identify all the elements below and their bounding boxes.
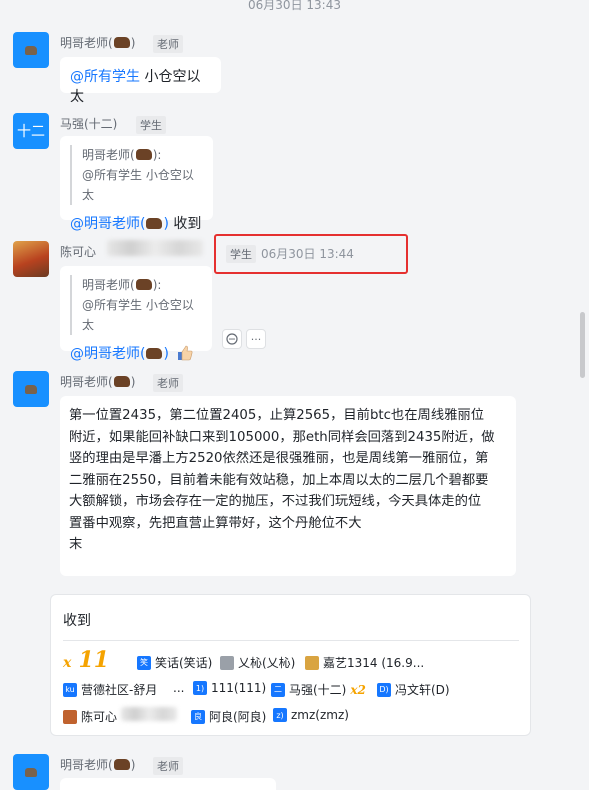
avatar-icon: z): [273, 708, 287, 722]
reactor-item[interactable]: 二马强(十二) x2: [271, 681, 366, 698]
role-badge: 老师: [153, 374, 183, 392]
redacted-name-blur: [107, 240, 203, 256]
avatar-minge-teacher[interactable]: [13, 371, 49, 407]
buffalo-icon: [25, 384, 37, 394]
avatar-icon: 二: [271, 682, 285, 697]
quoted-message[interactable]: 明哥老师(): @所有学生 小仓空以太: [70, 145, 203, 205]
buffalo-emoji-icon: [135, 149, 152, 160]
reaction-count: x 11: [63, 647, 110, 673]
message-bubble[interactable]: 明哥老师(): @所有学生 小仓空以太 @明哥老师() 收到: [60, 136, 213, 232]
avatar-icon: D): [377, 682, 391, 697]
message-bubble[interactable]: @所有学生 小仓空以太: [60, 57, 221, 105]
message-bubble-long[interactable]: 第一位置2435，第二位置2405，止算2565，目前btc也在周线雅丽位 附近…: [60, 396, 516, 576]
reactor-item[interactable]: z) zmz(zmz): [273, 708, 349, 722]
avatar-icon: 良: [191, 709, 205, 724]
message-line: 附近，如果能回补缺口来到105000，那eth同样会回落到2435附近，做: [69, 429, 495, 445]
role-badge: 老师: [153, 35, 183, 53]
reactor-overflow[interactable]: ...: [173, 681, 184, 695]
role-badge: 学生: [136, 116, 166, 134]
reactor-item[interactable]: 笑笑话(笑话): [137, 654, 212, 671]
redacted-name-blur: [121, 707, 177, 721]
buffalo-emoji-icon: [113, 37, 130, 48]
mention-link[interactable]: @所有学生: [70, 69, 140, 85]
sender-name: 陈可心: [60, 245, 97, 259]
sender-name: 马强(十二): [60, 117, 118, 131]
message-bubble[interactable]: 明哥老师(): @所有学生 小仓空以太 @明哥老师(): [60, 266, 212, 362]
buffalo-emoji-icon: [146, 218, 163, 229]
message-line: 末: [69, 537, 83, 552]
thumbs-up-icon: [177, 345, 193, 361]
message-text: 收到: [168, 216, 202, 232]
role-badge: 学生: [226, 245, 256, 263]
avatar-minge-teacher[interactable]: [13, 32, 49, 68]
buffalo-emoji-icon: [113, 759, 130, 770]
reply-icon[interactable]: [222, 329, 242, 349]
reactor-item[interactable]: 乂杺(乂杺): [220, 654, 295, 671]
divider: [63, 640, 519, 641]
buffalo-emoji-icon: [146, 348, 163, 359]
buffalo-icon: [25, 45, 37, 55]
message-time: 06月30日 13:44: [261, 247, 354, 261]
message-line: 大额解锁，市场会存在一定的抛压，不过我们玩短线，今天具体走的位: [69, 494, 482, 509]
message-line: 竖的理由是早潘上方2520依然还是很强雅丽，也是周线第一雅丽位，第: [69, 451, 489, 466]
sender-name: 明哥老师(): [60, 36, 136, 50]
message-line: 二雅丽在2550，目前着未能有效站稳，加上本周以太的二层几个碧都要: [69, 472, 489, 488]
avatar-image-icon: [220, 655, 234, 670]
scrollbar-thumb[interactable]: [580, 312, 585, 378]
avatar-icon: ku: [63, 682, 77, 697]
reactor-item[interactable]: 陈可心: [63, 708, 117, 725]
buffalo-emoji-icon: [113, 376, 130, 387]
mention-link[interactable]: @明哥老师(): [70, 346, 169, 362]
mention-link[interactable]: @明哥老师(): [70, 216, 169, 232]
avatar-minge-teacher[interactable]: [13, 754, 49, 790]
reactor-item[interactable]: 嘉艺1314 (16.9...: [305, 654, 424, 671]
timestamp-divider: 06月30日 13:43: [248, 0, 341, 12]
avatar-chenkexin[interactable]: [13, 241, 49, 277]
reactor-item[interactable]: ku 营德社区-舒月: [63, 681, 157, 698]
more-icon[interactable]: ···: [246, 329, 266, 349]
reaction-title: 收到: [63, 613, 91, 629]
message-line: 第一位置2435，第二位置2405，止算2565，目前btc也在周线雅丽位: [69, 408, 485, 423]
reactor-item[interactable]: D) 冯文轩(D): [377, 681, 450, 698]
reactor-item[interactable]: 良阿良(阿良): [191, 708, 266, 725]
buffalo-emoji-icon: [135, 279, 152, 290]
buffalo-icon: [25, 767, 37, 777]
reaction-multiplier: x2: [350, 682, 366, 697]
role-badge: 老师: [153, 757, 183, 775]
avatar-image-icon: [63, 709, 77, 724]
sender-name: 明哥老师(): [60, 758, 136, 772]
avatar-image-icon: [305, 655, 319, 670]
avatar-icon: 1): [193, 681, 207, 695]
quoted-message[interactable]: 明哥老师(): @所有学生 小仓空以太: [70, 275, 202, 335]
message-bubble[interactable]: [60, 778, 276, 790]
reaction-card: 收到 x 11 笑笑话(笑话) 乂杺(乂杺) 嘉艺1314 (16.9... k…: [50, 594, 531, 736]
message-line: 置番中观察，先把直营止算带好，这个丹舱位不大: [69, 515, 362, 531]
avatar-maqiang[interactable]: 十二: [13, 113, 49, 149]
reactor-item[interactable]: 1) 111(111): [193, 681, 266, 695]
avatar-icon: 笑: [137, 655, 151, 670]
sender-name: 明哥老师(): [60, 375, 136, 389]
